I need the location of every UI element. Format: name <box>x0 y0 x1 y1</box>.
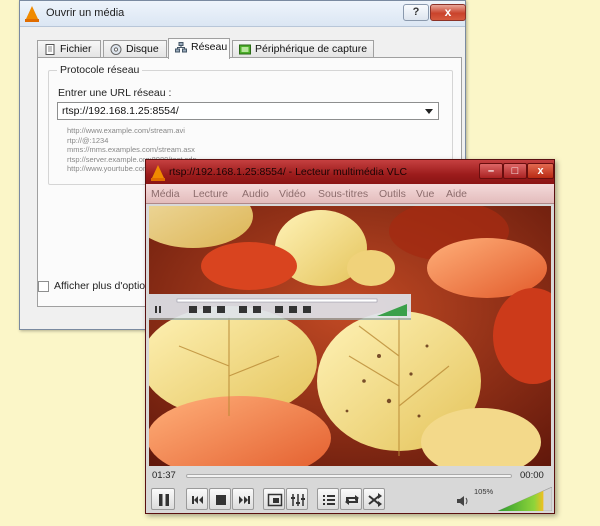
playback-controls: 105% <box>146 485 554 513</box>
tab-label: Disque <box>126 43 159 55</box>
volume-slider[interactable] <box>498 487 552 511</box>
extended-settings-button[interactable] <box>286 488 308 510</box>
player-close-button[interactable]: x <box>527 163 554 179</box>
example-line: mms://mms.examples.com/stream.asx <box>67 145 195 154</box>
tab-peripherique[interactable]: Périphérique de capture <box>232 40 374 58</box>
equalizer-icon <box>291 494 305 506</box>
file-icon <box>45 44 55 55</box>
stop-button[interactable] <box>209 488 231 510</box>
menu-media[interactable]: Média <box>151 188 180 200</box>
network-url-input[interactable]: rtsp://192.168.1.25:8554/ <box>57 102 439 120</box>
url-value: rtsp://192.168.1.25:8554/ <box>62 105 179 117</box>
network-icon <box>175 42 187 53</box>
vlc-cone-icon <box>151 165 165 181</box>
tab-label: Périphérique de capture <box>255 43 368 55</box>
maximize-button[interactable]: □ <box>503 163 527 179</box>
player-title: rtsp://192.168.1.25:8554/ - Lecteur mult… <box>169 166 408 178</box>
more-options-label: Afficher plus d'options <box>54 280 157 292</box>
menu-sous-titres[interactable]: Sous-titres <box>318 188 368 200</box>
speaker-icon[interactable] <box>456 495 470 507</box>
next-button[interactable] <box>232 488 254 510</box>
video-frame-leaves <box>149 206 551 466</box>
player-titlebar[interactable]: rtsp://192.168.1.25:8554/ - Lecteur mult… <box>146 160 554 184</box>
shuffle-icon <box>368 493 382 507</box>
previous-button[interactable] <box>186 488 208 510</box>
next-icon <box>239 496 250 504</box>
example-line: rtp://@:1234 <box>67 135 109 145</box>
dialog-titlebar[interactable]: Ouvrir un média ? x <box>20 1 466 27</box>
tab-reseau[interactable]: Réseau <box>168 38 230 59</box>
seek-slider[interactable] <box>186 474 512 478</box>
group-title: Protocole réseau <box>57 64 143 76</box>
fullscreen-icon <box>267 493 283 507</box>
elapsed-time: 01:37 <box>152 470 176 481</box>
minimize-button[interactable]: – <box>479 163 503 179</box>
dialog-close-button[interactable]: x <box>430 4 466 21</box>
help-button[interactable]: ? <box>403 4 429 21</box>
menu-lecture[interactable]: Lecture <box>193 188 228 200</box>
capture-device-icon <box>239 44 251 55</box>
menu-bar: Média Lecture Audio Vidéo Sous-titres Ou… <box>146 184 554 204</box>
more-options-checkbox[interactable] <box>38 281 49 292</box>
tab-label: Réseau <box>191 41 228 53</box>
loop-icon <box>345 495 359 505</box>
menu-video[interactable]: Vidéo <box>279 188 306 200</box>
tab-disque[interactable]: Disque <box>103 40 167 58</box>
tab-fichier[interactable]: Fichier <box>37 40 101 58</box>
vlc-cone-icon <box>25 6 39 22</box>
menu-aide[interactable]: Aide <box>446 188 467 200</box>
dialog-title: Ouvrir un média <box>46 7 125 19</box>
menu-vue[interactable]: Vue <box>416 188 434 200</box>
remaining-time: 00:00 <box>520 470 544 481</box>
pause-button[interactable] <box>151 488 175 510</box>
volume-percent: 105% <box>474 487 494 496</box>
video-area[interactable] <box>149 206 551 466</box>
dropdown-arrow-icon[interactable] <box>425 109 433 114</box>
disc-icon <box>110 44 122 55</box>
stop-icon <box>216 495 226 505</box>
previous-icon <box>192 496 203 504</box>
pause-icon <box>159 494 169 506</box>
time-row: 01:37 00:00 <box>146 467 554 483</box>
fullscreen-button[interactable] <box>263 488 285 510</box>
menu-outils[interactable]: Outils <box>379 188 406 200</box>
example-line: http://www.example.com/stream.avi <box>67 126 185 135</box>
tab-label: Fichier <box>60 43 92 55</box>
vlc-player-window: rtsp://192.168.1.25:8554/ - Lecteur mult… <box>145 159 555 514</box>
playlist-button[interactable] <box>317 488 339 510</box>
menu-audio[interactable]: Audio <box>242 188 269 200</box>
loop-button[interactable] <box>340 488 362 510</box>
playlist-icon <box>323 495 335 505</box>
url-label: Entrer une URL réseau : <box>58 87 172 99</box>
shuffle-button[interactable] <box>363 488 385 510</box>
